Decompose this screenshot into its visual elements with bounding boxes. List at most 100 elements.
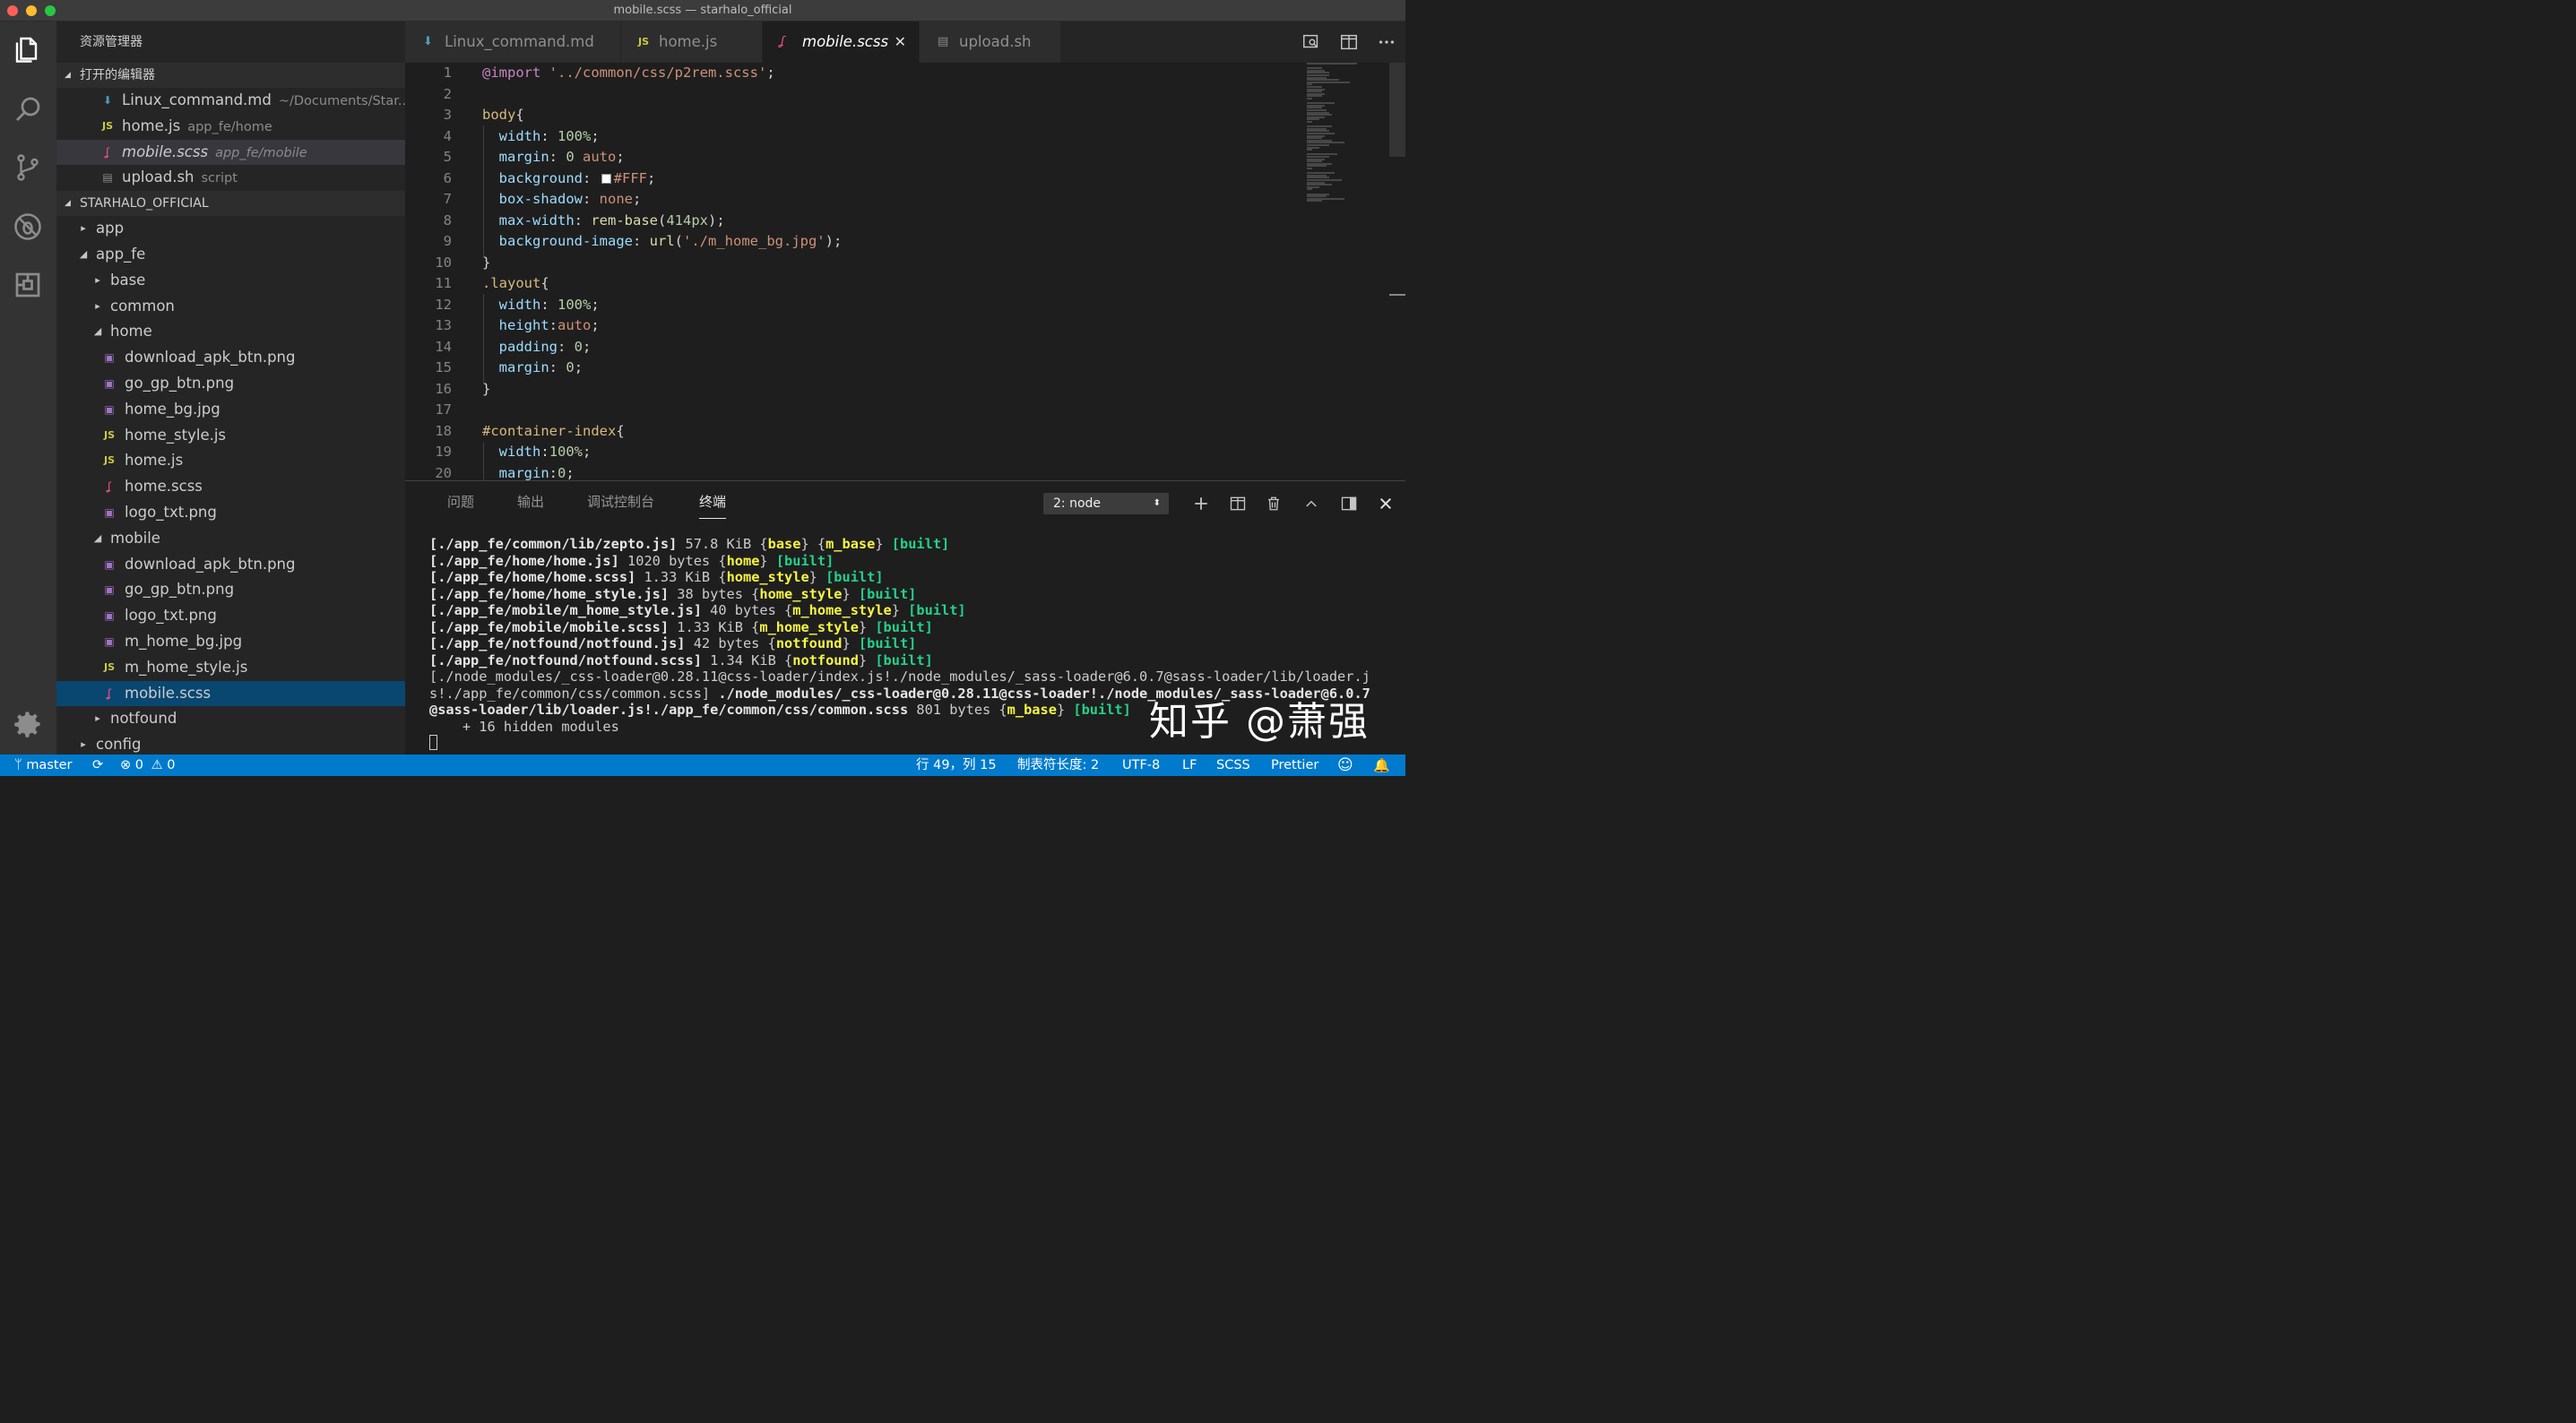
tree-file[interactable]: ▣ download_apk_btn.png [56, 345, 405, 371]
tree-file[interactable]: ▣ go_gp_btn.png [56, 577, 405, 603]
tree-file[interactable]: JS home_style.js [56, 423, 405, 449]
line-number: 13 [435, 317, 452, 333]
tree-folder[interactable]: ◢ app_fe [56, 242, 405, 268]
tree-file[interactable]: JS m_home_style.js [56, 655, 405, 681]
tab-debug-console[interactable]: 调试控制台 [587, 492, 654, 519]
files-icon[interactable] [9, 30, 47, 68]
chevron-up-icon[interactable] [1300, 492, 1323, 515]
toggle-panel-position-icon[interactable] [1337, 492, 1361, 515]
terminal-token: home_style [726, 569, 809, 585]
code-text: height:auto; [482, 315, 600, 337]
code-editor[interactable]: 1 @import '../common/css/p2rem.scss'; 2 3 bo… [405, 63, 1405, 480]
terminal-select[interactable]: 2: node ⬍ [1043, 493, 1169, 514]
open-editor-item-active[interactable]: ʆ mobile.scss app_fe/mobile [56, 139, 405, 166]
feedback-smiley-icon[interactable]: ☺ [1337, 755, 1353, 776]
color-swatch [601, 173, 611, 184]
settings-gear-icon[interactable] [9, 705, 47, 743]
window-title: mobile.scss — starhalo_official [613, 4, 792, 17]
tree-file[interactable]: ▣ home_bg.jpg [56, 397, 405, 423]
tab-size[interactable]: 制表符长度: 2 [1017, 755, 1099, 776]
terminal-token: [./app_fe/home/home_style.js] [429, 585, 670, 602]
tab-mobile-scss[interactable]: ʆ mobile.scss ✕ [763, 22, 920, 63]
tab-upload-sh[interactable]: ▤ upload.sh [920, 22, 1061, 63]
terminal-token: [./app_fe/home/home.js] [429, 552, 619, 569]
line-number: 18 [435, 422, 452, 439]
tree-file-selected[interactable]: ʆ mobile.scss [56, 680, 405, 707]
code-text: background-image: url('./m_home_bg.jpg')… [482, 231, 843, 253]
tree-file[interactable]: ▣ m_home_bg.jpg [56, 629, 405, 655]
tab-linux-command[interactable]: ⬇ Linux_command.md [405, 22, 621, 63]
code-token: width [498, 296, 541, 313]
minimap-line [1307, 149, 1312, 151]
tree-file[interactable]: ʆ home.scss [56, 474, 405, 500]
line-number: 11 [435, 275, 452, 291]
line-number: 9 [443, 233, 452, 249]
minimap[interactable] [1307, 63, 1379, 206]
new-terminal-icon[interactable] [1189, 492, 1213, 515]
more-actions-icon[interactable] [1375, 30, 1398, 54]
encoding[interactable]: UTF-8 [1122, 755, 1160, 776]
split-editor-icon[interactable] [1337, 30, 1361, 54]
code-token: 414px [666, 211, 709, 229]
line-number: 19 [435, 444, 452, 460]
chevron-right-icon: ▸ [95, 712, 100, 725]
tree-folder[interactable]: ▸ base [56, 268, 405, 294]
branch-indicator[interactable]: ᛘ master [14, 755, 72, 776]
editor-scrollbar[interactable] [1389, 63, 1405, 157]
code-token: height [498, 317, 549, 333]
activity-bar [0, 22, 56, 755]
search-icon[interactable] [9, 91, 47, 128]
sync-icon[interactable]: ⟳ [92, 755, 103, 776]
extensions-icon[interactable] [9, 266, 47, 304]
tab-terminal[interactable]: 终端 [699, 492, 727, 519]
close-tab-icon[interactable]: ✕ [895, 22, 906, 63]
tree-file[interactable]: ▣ go_gp_btn.png [56, 371, 405, 397]
terminal-token: [./app_fe/notfound/notfound.js] [429, 635, 686, 651]
code-token: ( [674, 233, 683, 249]
code-token: none [599, 191, 633, 207]
open-editor-item[interactable]: ⬇ Linux_command.md ~/Documents/Star... [56, 88, 405, 114]
code-token: : [549, 464, 558, 481]
formatter[interactable]: Prettier [1271, 755, 1318, 776]
tree-folder[interactable]: ▸ notfound [56, 706, 405, 732]
terminal-line: [./app_fe/mobile/mobile.scss] 1.33 KiB {… [429, 619, 1388, 636]
terminal-token: [./app_fe/mobile/m_home_style.js] [429, 602, 702, 618]
cursor-position[interactable]: 行 49，列 15 [916, 755, 997, 776]
tab-problems[interactable]: 问题 [447, 492, 474, 519]
debug-icon[interactable] [9, 208, 47, 246]
language-mode[interactable]: SCSS [1216, 755, 1250, 776]
tab-home-js[interactable]: JS home.js [621, 22, 763, 63]
close-panel-icon[interactable] [1374, 492, 1397, 515]
tree-file[interactable]: JS home.js [56, 448, 405, 474]
markdown-icon: ⬇ [102, 94, 113, 107]
source-control-icon[interactable] [9, 149, 47, 186]
open-editor-item[interactable]: JS home.js app_fe/home [56, 114, 405, 140]
problems-indicator[interactable]: ⊗ 0 ⚠ 0 [120, 755, 175, 776]
project-header[interactable]: ◢ STARHALO_OFFICIAL [56, 191, 405, 217]
tree-folder[interactable]: ◢ home [56, 319, 405, 345]
line-number: 5 [443, 149, 452, 165]
split-terminal-icon[interactable] [1226, 492, 1249, 515]
code-token: : [549, 359, 566, 375]
tree-file[interactable]: ▣ logo_txt.png [56, 500, 405, 526]
terminal-token: } [842, 585, 859, 602]
end-of-line[interactable]: LF [1182, 755, 1197, 776]
code-token: ); [708, 211, 725, 229]
tree-file[interactable]: ▣ download_apk_btn.png [56, 552, 405, 578]
tree-file[interactable]: ▣ logo_txt.png [56, 603, 405, 629]
tree-folder[interactable]: ▸ app [56, 216, 405, 242]
tree-folder[interactable]: ▸ config [56, 732, 405, 755]
notification-bell-icon[interactable]: 🔔 [1373, 755, 1390, 776]
open-preview-icon[interactable] [1300, 30, 1323, 54]
open-editor-item[interactable]: ▤ upload.sh script [56, 165, 405, 191]
watermark: 知乎 @萧强 [1149, 699, 1370, 745]
chevron-down-icon: ◢ [93, 531, 102, 544]
trash-icon[interactable] [1262, 492, 1285, 515]
open-editors-header[interactable]: ◢ 打开的编辑器 [56, 63, 405, 88]
tab-output[interactable]: 输出 [517, 492, 544, 519]
image-file-icon: ▣ [104, 634, 115, 648]
tree-folder[interactable]: ◢ mobile [56, 526, 405, 552]
tree-folder[interactable]: ▸ common [56, 294, 405, 320]
